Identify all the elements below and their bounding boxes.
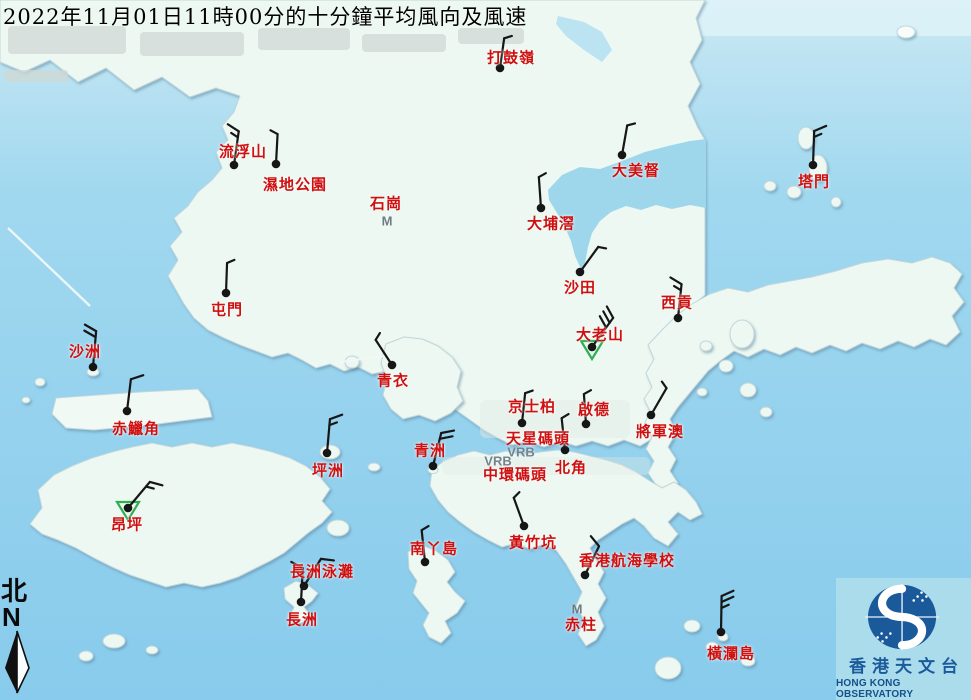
hko-logo-text-en: HONG KONG OBSERVATORY — [836, 678, 971, 700]
north-arrow: 北 N — [1, 579, 35, 694]
map-base — [0, 0, 971, 700]
hk-wind-map: 打鼓嶺流浮山濕地公園石崗M大美督塔門大埔滘沙田屯門西貢沙洲赤鱲角大老山青衣京士柏… — [0, 0, 971, 700]
map-title: 2022年11月01日11時00分的十分鐘平均風向及風速 — [3, 1, 527, 31]
hko-logo: 香港天文台 HONG KONG OBSERVATORY — [836, 578, 971, 700]
hko-logo-text-zh: 香港天文台 — [843, 652, 964, 677]
north-arrow-icon — [2, 630, 32, 694]
hko-emblem-icon — [838, 580, 969, 654]
north-label-en: N — [2, 606, 35, 629]
